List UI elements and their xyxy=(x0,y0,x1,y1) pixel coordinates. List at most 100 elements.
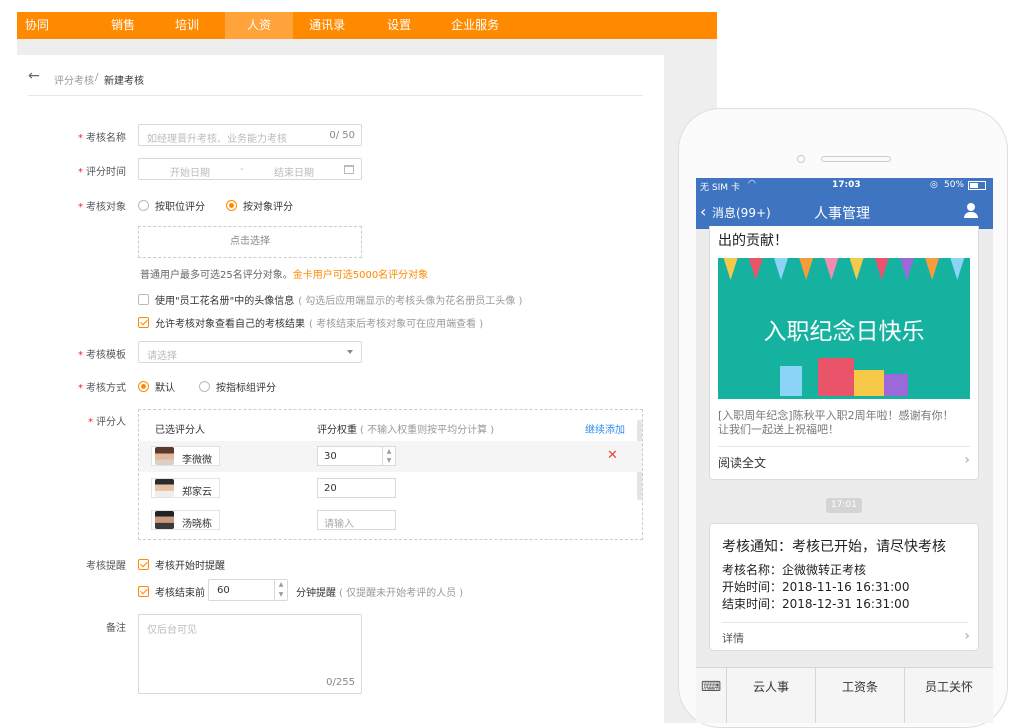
date-dash: - xyxy=(240,164,244,175)
calendar-icon[interactable] xyxy=(344,165,354,174)
remark-label: 备注 xyxy=(106,623,126,634)
lock-rotation-icon: ◎ xyxy=(930,180,938,190)
minutes-suffix: 分钟提醒( 仅提醒未开始考评的人员 ) xyxy=(296,588,464,599)
name-label: * 考核名称 xyxy=(78,133,126,144)
radio-by-target[interactable]: 按对象评分 xyxy=(226,198,293,213)
menu-payslip[interactable]: 工资条 xyxy=(815,668,904,723)
card-text: 出的贡献！ xyxy=(718,233,788,249)
notice-line: 考核名称：企微微转正考核 xyxy=(722,563,867,577)
checkbox-icon xyxy=(138,294,149,305)
person-icon[interactable] xyxy=(964,203,978,219)
evaluator-name: 李微微 xyxy=(182,455,212,466)
bottom-menu-bar: ⌨ 云人事 工资条 员工关怀 xyxy=(696,667,993,723)
remark-textarea[interactable]: 仅后台可见 0/255 xyxy=(138,614,362,694)
checkbox-checked-icon xyxy=(138,559,149,570)
divider xyxy=(718,446,970,447)
breadcrumb-current: 新建考核 xyxy=(104,76,144,87)
menu-cloud-hr[interactable]: 云人事 xyxy=(726,668,815,723)
name-placeholder: 如经理晋升考核、业务能力考核 xyxy=(147,134,287,145)
notice-title: 考核通知：考核已开始，请尽快考核 xyxy=(722,539,946,555)
remind-before-end-checkbox[interactable]: 考核结束前 xyxy=(138,584,205,599)
checkbox-checked-icon xyxy=(138,317,149,328)
banner-title: 入职纪念日快乐 xyxy=(763,319,925,345)
reminder-label: 考核提醒 xyxy=(86,561,126,572)
keyboard-icon[interactable]: ⌨ xyxy=(696,668,726,723)
phone-screen: 无 SIM 卡 ◠ 17:03 ◎ 50% ‹ 消息(99+) 人事管理 出的贡… xyxy=(696,178,993,723)
nav-item-hr[interactable]: 人资 xyxy=(225,12,294,39)
back-arrow-icon[interactable]: ← xyxy=(28,68,40,84)
add-more-link[interactable]: 继续添加 xyxy=(585,421,625,436)
breadcrumb-parent[interactable]: 评分考核 xyxy=(54,72,94,87)
end-date-placeholder: 结束日期 xyxy=(274,168,314,179)
evaluator-chip: 郑家云 xyxy=(151,478,220,498)
divider xyxy=(722,622,968,623)
minutes-stepper[interactable]: 60 ▲ ▼ xyxy=(208,579,288,601)
allow-view-results-checkbox[interactable]: 允许考核对象查看自己的考核结果( 考核结束后考核对象可在应用端查看 ) xyxy=(138,315,483,330)
nav-item-enterprise[interactable]: 企业服务 xyxy=(437,12,513,39)
evaluator-name: 汤晓栋 xyxy=(182,519,212,530)
weight-input[interactable]: 30 ▲ ▼ xyxy=(317,446,396,466)
evaluator-name: 郑家云 xyxy=(182,487,212,498)
template-label: * 考核模板 xyxy=(78,350,126,361)
back-messages-link[interactable]: 消息(99+) xyxy=(712,204,771,221)
details-link[interactable]: 详情 xyxy=(722,630,744,646)
remark-counter: 0/255 xyxy=(326,677,355,688)
status-bar: 无 SIM 卡 ◠ 17:03 ◎ 50% xyxy=(696,178,993,195)
checkbox-checked-icon xyxy=(138,586,149,597)
wifi-icon: ◠ xyxy=(748,179,756,189)
template-placeholder: 请选择 xyxy=(147,351,177,362)
avatar xyxy=(155,447,174,465)
avatar xyxy=(155,511,174,529)
selected-evaluators-header: 已选评分人 xyxy=(155,425,205,436)
breadcrumb: ← 评分考核 / 新建考核 xyxy=(28,68,643,96)
weight-header: 评分权重( 不输入权重则按平均分计算 ) xyxy=(317,425,495,436)
minutes-value: 60 xyxy=(217,585,230,596)
remind-at-start-checkbox[interactable]: 考核开始时提醒 xyxy=(138,557,225,572)
weight-input[interactable]: 20 xyxy=(317,478,396,498)
title-bar: ‹ 消息(99+) 人事管理 xyxy=(696,195,993,229)
anniversary-card[interactable]: 出的贡献！ 入职纪念日快乐 [入职周年纪念]陈秋平入职2周年啦！感谢有你！ 让我… xyxy=(709,226,979,480)
radio-circle-icon xyxy=(199,381,210,392)
radio-default[interactable]: 默认 xyxy=(138,379,175,394)
start-date-placeholder: 开始日期 xyxy=(170,168,210,179)
stepper-arrows-icon[interactable]: ▲ ▼ xyxy=(382,447,395,465)
menu-employee-care[interactable]: 员工关怀 xyxy=(904,668,993,723)
notice-line: 结束时间：2018-12-31 16:31:00 xyxy=(722,597,910,611)
back-chevron-icon[interactable]: ‹ xyxy=(700,202,706,221)
time-badge: 17:01 xyxy=(826,498,862,513)
radio-circle-icon xyxy=(138,200,149,211)
stepper-arrows-icon[interactable]: ▲ ▼ xyxy=(274,580,287,600)
use-roster-avatar-checkbox[interactable]: 使用"员工花名册"中的头像信息( 勾选后应用端显示的考核头像为花名册员工头像 ) xyxy=(138,292,522,307)
nav-item-settings[interactable]: 设置 xyxy=(373,12,425,39)
assessment-notice-card[interactable]: 考核通知：考核已开始，请尽快考核 考核名称：企微微转正考核 开始时间：2018-… xyxy=(709,523,979,651)
nav-item-sales[interactable]: 销售 xyxy=(97,12,149,39)
name-input[interactable]: 如经理晋升考核、业务能力考核 0/ 50 xyxy=(138,124,362,146)
nav-item-collab[interactable]: 协同 xyxy=(17,12,57,39)
evaluators-table: 已选评分人 评分权重( 不输入权重则按平均分计算 ) 继续添加 李微微 30 ▲… xyxy=(138,409,643,540)
delete-icon[interactable]: ✕ xyxy=(607,448,618,463)
weight-input[interactable]: 请输入 xyxy=(317,510,396,530)
card-description: 让我们一起送上祝福吧！ xyxy=(718,423,839,436)
phone-camera-icon xyxy=(797,155,805,163)
target-label: * 考核对象 xyxy=(78,202,126,213)
table-row: 郑家云 20 xyxy=(139,473,642,504)
template-select[interactable]: 请选择 xyxy=(138,341,362,363)
radio-by-indicator-group[interactable]: 按指标组评分 xyxy=(199,379,276,394)
select-targets-button[interactable]: 点击选择 xyxy=(138,226,362,258)
name-counter: 0/ 50 xyxy=(329,130,355,141)
breadcrumb-separator: / xyxy=(95,72,99,83)
date-range-picker[interactable]: 开始日期 - 结束日期 xyxy=(138,158,362,180)
time-label: * 评分时间 xyxy=(78,167,126,178)
table-row: 李微微 30 ▲ ▼ ✕ xyxy=(139,441,642,472)
remark-placeholder: 仅后台可见 xyxy=(147,625,197,636)
chat-title: 人事管理 xyxy=(814,206,870,222)
chevron-right-icon: › xyxy=(964,452,970,468)
evaluators-label: * 评分人 xyxy=(88,417,126,428)
method-label: * 考核方式 xyxy=(78,383,126,394)
nav-item-training[interactable]: 培训 xyxy=(161,12,213,39)
evaluator-chip: 汤晓栋 xyxy=(151,510,220,530)
nav-item-contacts[interactable]: 通讯录 xyxy=(295,12,359,39)
radio-by-position[interactable]: 按职位评分 xyxy=(138,198,205,213)
read-full-link[interactable]: 阅读全文 xyxy=(718,454,766,471)
phone-speaker xyxy=(821,156,891,162)
